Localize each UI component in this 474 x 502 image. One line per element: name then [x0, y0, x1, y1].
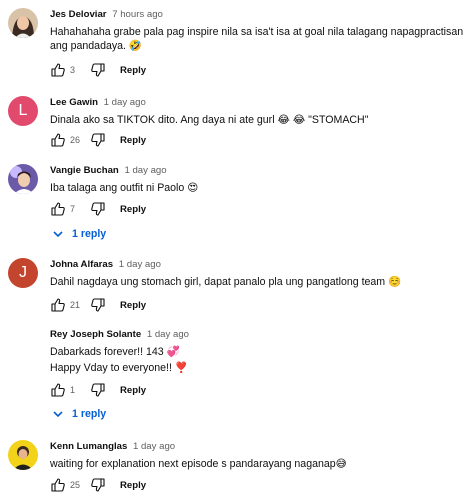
comment-author[interactable]: Johna Alfaras: [50, 259, 113, 270]
like-count: 7: [70, 204, 76, 214]
thumbs-down-icon[interactable]: [90, 201, 106, 217]
thumbs-down-icon[interactable]: [90, 132, 106, 148]
comment-author[interactable]: Kenn Lumanglas: [50, 441, 127, 452]
chevron-down-icon: [52, 408, 64, 420]
like-count: 21: [70, 300, 81, 310]
comment-text: Dabarkads forever!! 143 💞: [50, 346, 180, 358]
like-count: 25: [70, 480, 81, 490]
comment-text-line-2: Happy Vday to everyone!! ❣️: [50, 362, 189, 374]
thumbs-up-icon[interactable]: [50, 297, 66, 313]
comment-timestamp[interactable]: 7 hours ago: [112, 9, 163, 20]
thumbs-down-icon[interactable]: [90, 62, 106, 78]
reply-button[interactable]: Reply: [120, 204, 146, 215]
thumbs-down-icon[interactable]: [90, 297, 106, 313]
thumbs-up-icon[interactable]: [50, 382, 66, 398]
thumbs-down-icon[interactable]: [90, 477, 106, 493]
avatar-letter: L: [18, 102, 28, 119]
comment-timestamp[interactable]: 1 day ago: [104, 97, 146, 108]
replies-count-label: 1 reply: [72, 228, 107, 240]
comment-author[interactable]: Jes Deloviar: [50, 9, 107, 20]
like-count: 1: [70, 385, 76, 395]
avatar[interactable]: [8, 440, 38, 470]
like-count: 26: [70, 135, 81, 145]
reply-button[interactable]: Reply: [120, 300, 146, 311]
replies-count-label: 1 reply: [72, 408, 107, 420]
view-replies-button[interactable]: 1 reply: [52, 408, 106, 420]
thumbs-up-icon[interactable]: [50, 201, 66, 217]
comment-author[interactable]: Rey Joseph Solante: [50, 329, 141, 340]
comment-text: Hahahahaha grabe pala pag inspire nila s…: [50, 26, 464, 52]
thumbs-up-icon[interactable]: [50, 62, 66, 78]
comment-author[interactable]: Lee Gawin: [50, 97, 98, 108]
comment-timestamp[interactable]: 1 day ago: [124, 165, 166, 176]
avatar[interactable]: L: [8, 96, 38, 126]
reply-button[interactable]: Reply: [120, 135, 146, 146]
comment-text: waiting for explanation next episode s p…: [50, 458, 347, 470]
thumbs-up-icon[interactable]: [50, 477, 66, 493]
thumbs-down-icon[interactable]: [90, 382, 106, 398]
comment-timestamp[interactable]: 1 day ago: [133, 441, 175, 452]
view-replies-button[interactable]: 1 reply: [52, 228, 106, 240]
comment-timestamp[interactable]: 1 day ago: [147, 329, 189, 340]
comment-text: Dahil nagdaya ung stomach girl, dapat pa…: [50, 276, 402, 288]
comment-timestamp[interactable]: 1 day ago: [119, 259, 161, 270]
avatar[interactable]: [8, 8, 38, 38]
comment-text: Iba talaga ang outfit ni Paolo 😍: [50, 182, 199, 194]
avatar[interactable]: J: [8, 258, 38, 288]
comment-text: Dinala ako sa TIKTOK dito. Ang daya ni a…: [50, 114, 369, 126]
avatar-letter: J: [19, 264, 27, 281]
thumbs-up-icon[interactable]: [50, 132, 66, 148]
reply-button[interactable]: Reply: [120, 385, 146, 396]
reply-button[interactable]: Reply: [120, 480, 146, 491]
comment-author[interactable]: Vangie Buchan: [50, 165, 119, 176]
avatar[interactable]: [8, 164, 38, 194]
like-count: 3: [70, 65, 76, 75]
reply-button[interactable]: Reply: [120, 65, 146, 76]
chevron-down-icon: [52, 228, 64, 240]
